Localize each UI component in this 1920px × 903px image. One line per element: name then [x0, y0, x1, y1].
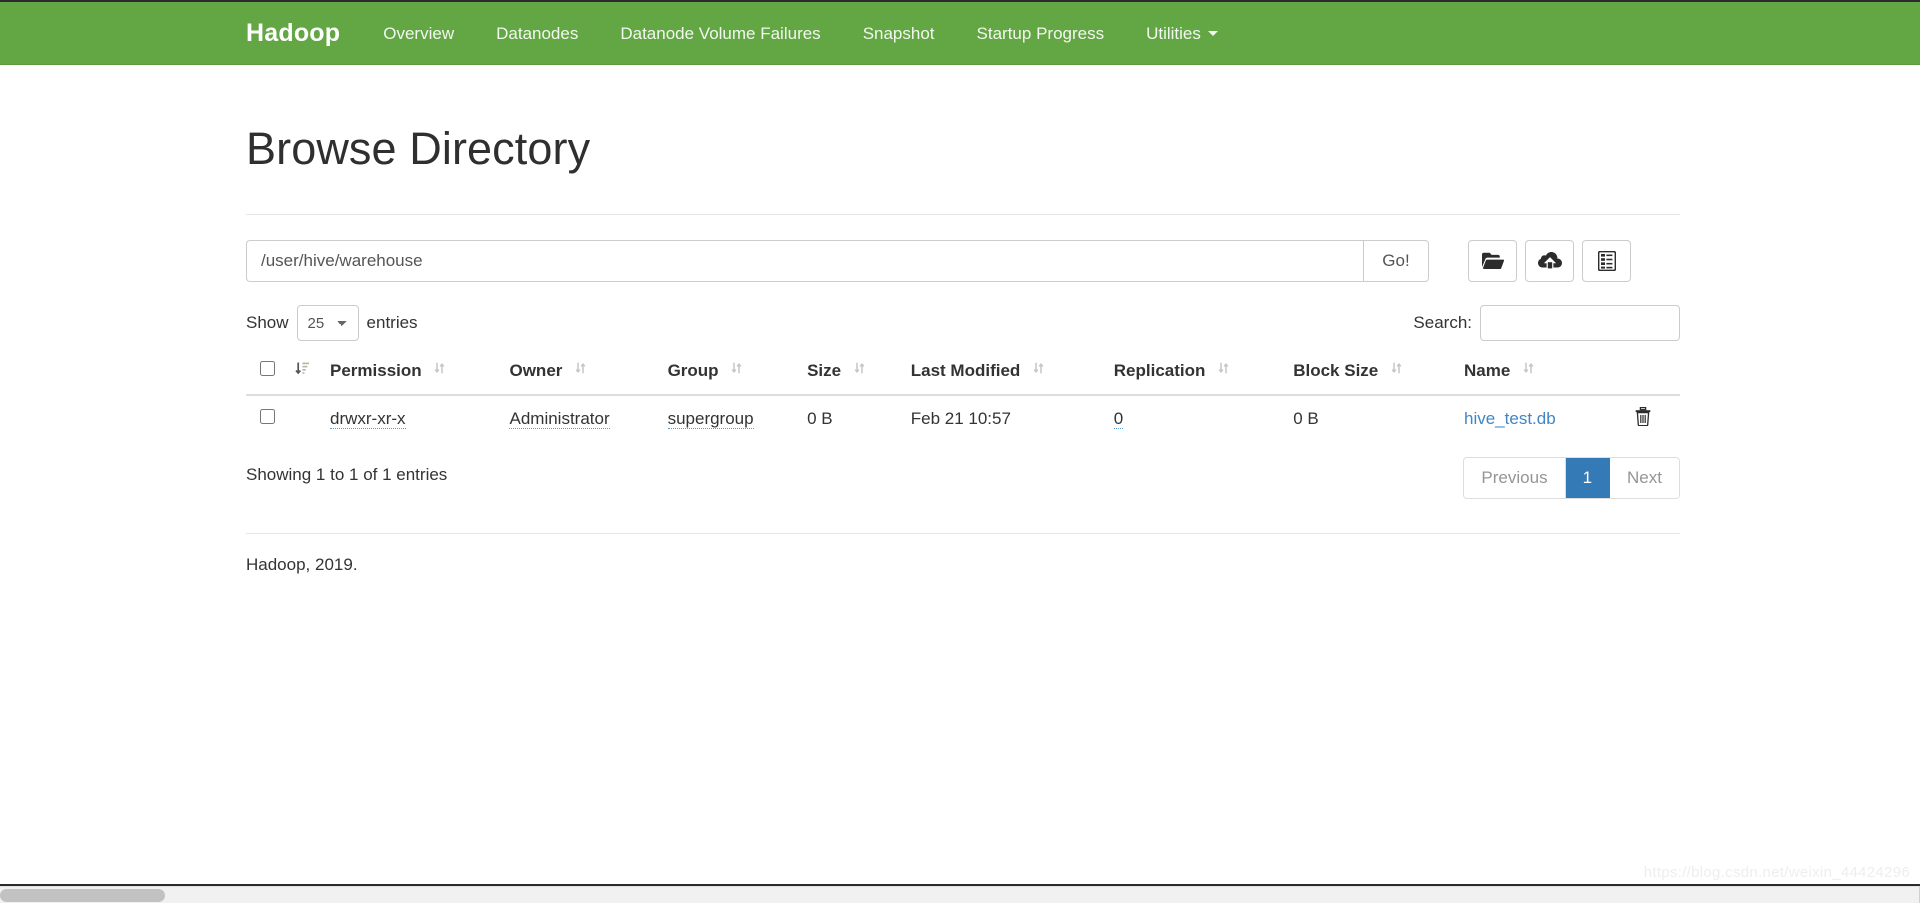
header-group-label: Group — [667, 361, 719, 380]
sort-arrows-icon — [1391, 361, 1403, 378]
cloud-upload-icon — [1537, 252, 1562, 270]
files-table: Permission Owner Group Size Last Modifie… — [246, 353, 1680, 443]
header-sort-toggle[interactable] — [285, 353, 320, 396]
row-checkbox[interactable] — [260, 409, 275, 424]
entries-label: entries — [366, 313, 418, 332]
content-container: Browse Directory Go! — [246, 65, 1680, 575]
search-control: Search: — [1413, 305, 1680, 341]
cell-replication[interactable]: 0 — [1103, 395, 1284, 443]
watermark-text: https://blog.csdn.net/weixin_44424296 — [1643, 864, 1910, 881]
file-name-link[interactable]: hive_test.db — [1464, 409, 1556, 428]
header-group[interactable]: Group — [657, 353, 798, 396]
search-input[interactable] — [1480, 305, 1680, 341]
footer-divider — [246, 533, 1680, 534]
sort-amount-desc-icon — [295, 361, 310, 381]
caret-down-icon — [1207, 31, 1218, 36]
path-action-buttons — [1468, 240, 1631, 282]
header-owner-label: Owner — [509, 361, 563, 380]
row-spacer-cell — [285, 395, 320, 443]
sort-arrows-icon — [1033, 361, 1045, 378]
cut-paste-button[interactable] — [1582, 240, 1631, 282]
header-permission-label: Permission — [330, 361, 422, 380]
cell-size: 0 B — [797, 395, 901, 443]
header-last-modified-label: Last Modified — [910, 361, 1021, 380]
path-input-group: Go! — [246, 240, 1429, 282]
sort-arrows-icon — [1218, 361, 1230, 378]
path-toolbar: Go! — [246, 240, 1680, 282]
go-button[interactable]: Go! — [1363, 240, 1429, 282]
header-name[interactable]: Name — [1454, 353, 1601, 396]
pagination-previous-button[interactable]: Previous — [1464, 458, 1566, 498]
folder-open-icon — [1481, 252, 1504, 270]
sort-arrows-icon — [1523, 361, 1535, 378]
nav-item-utilities[interactable]: Utilities — [1125, 2, 1239, 65]
nav-item-overview[interactable]: Overview — [362, 2, 475, 65]
table-header-row: Permission Owner Group Size Last Modifie… — [246, 353, 1680, 396]
entries-info: Showing 1 to 1 of 1 entries — [246, 465, 448, 484]
owner-value[interactable]: Administrator — [509, 409, 610, 429]
nav-item-startup-progress[interactable]: Startup Progress — [956, 2, 1126, 65]
header-permission[interactable]: Permission — [320, 353, 500, 396]
directory-path-input[interactable] — [246, 240, 1363, 282]
sort-arrows-icon — [434, 361, 446, 378]
pagination-page-1-button[interactable]: 1 — [1565, 458, 1611, 498]
navbar-items: Hadoop Overview Datanodes Datanode Volum… — [246, 2, 1239, 65]
header-block-size-label: Block Size — [1293, 361, 1379, 380]
navbar-brand-hadoop[interactable]: Hadoop — [246, 2, 362, 65]
sort-arrows-icon — [731, 361, 743, 378]
header-name-label: Name — [1464, 361, 1511, 380]
replication-value[interactable]: 0 — [1113, 409, 1124, 429]
header-last-modified[interactable]: Last Modified — [900, 353, 1104, 396]
browse-directory-page: Hadoop Overview Datanodes Datanode Volum… — [0, 0, 1920, 903]
group-value[interactable]: supergroup — [667, 409, 754, 429]
header-replication[interactable]: Replication — [1103, 353, 1284, 396]
header-replication-label: Replication — [1113, 361, 1206, 380]
page-length-select[interactable]: 25 50 100 — [296, 305, 359, 341]
horizontal-scrollbar[interactable] — [0, 886, 1920, 903]
header-select-all[interactable] — [246, 353, 285, 396]
header-block-size[interactable]: Block Size — [1283, 353, 1454, 396]
pagination-next-button[interactable]: Next — [1610, 458, 1679, 498]
nav-item-utilities-label: Utilities — [1146, 24, 1201, 43]
header-size[interactable]: Size — [797, 353, 901, 396]
pagination: Previous 1 Next — [1463, 457, 1680, 499]
datatable-footer: Showing 1 to 1 of 1 entries Previous 1 N… — [246, 457, 1680, 501]
create-directory-button[interactable] — [1468, 240, 1517, 282]
datatable-controls: Show 25 50 100 entries Search: — [246, 305, 1680, 343]
nav-item-snapshot[interactable]: Snapshot — [842, 2, 956, 65]
cell-permission[interactable]: drwxr-xr-x — [320, 395, 500, 443]
delete-row-button[interactable] — [1635, 406, 1651, 429]
cell-owner[interactable]: Administrator — [499, 395, 658, 443]
cell-last-modified: Feb 21 10:57 — [900, 395, 1104, 443]
copyright-text: Hadoop, 2019. — [246, 555, 358, 574]
row-select-cell[interactable] — [246, 395, 285, 443]
sort-arrows-icon — [575, 361, 587, 378]
cell-name[interactable]: hive_test.db — [1454, 395, 1601, 443]
permission-value[interactable]: drwxr-xr-x — [330, 409, 406, 429]
upload-files-button[interactable] — [1525, 240, 1574, 282]
sort-arrows-icon — [854, 361, 866, 378]
nav-item-datanode-volume-failures[interactable]: Datanode Volume Failures — [599, 2, 841, 65]
nav-item-datanodes[interactable]: Datanodes — [475, 2, 599, 65]
top-navbar: Hadoop Overview Datanodes Datanode Volum… — [0, 2, 1920, 65]
files-table-body: drwxr-xr-x Administrator supergroup 0 B … — [246, 395, 1680, 443]
select-all-checkbox[interactable] — [260, 361, 275, 376]
files-table-head: Permission Owner Group Size Last Modifie… — [246, 353, 1680, 396]
show-label: Show — [246, 313, 289, 332]
header-size-label: Size — [807, 361, 842, 380]
title-divider — [246, 214, 1680, 215]
page-title: Browse Directory — [246, 123, 591, 174]
header-owner[interactable]: Owner — [499, 353, 658, 396]
trash-icon — [1635, 406, 1651, 429]
cell-block-size: 0 B — [1283, 395, 1454, 443]
header-actions — [1600, 353, 1680, 396]
cell-group[interactable]: supergroup — [657, 395, 798, 443]
cell-actions[interactable] — [1600, 395, 1680, 443]
page-length-control: Show 25 50 100 entries — [246, 305, 418, 341]
table-row[interactable]: drwxr-xr-x Administrator supergroup 0 B … — [246, 395, 1680, 443]
search-label: Search: — [1413, 313, 1472, 332]
horizontal-scrollbar-thumb[interactable] — [0, 889, 165, 902]
clipboard-list-icon — [1597, 251, 1616, 271]
